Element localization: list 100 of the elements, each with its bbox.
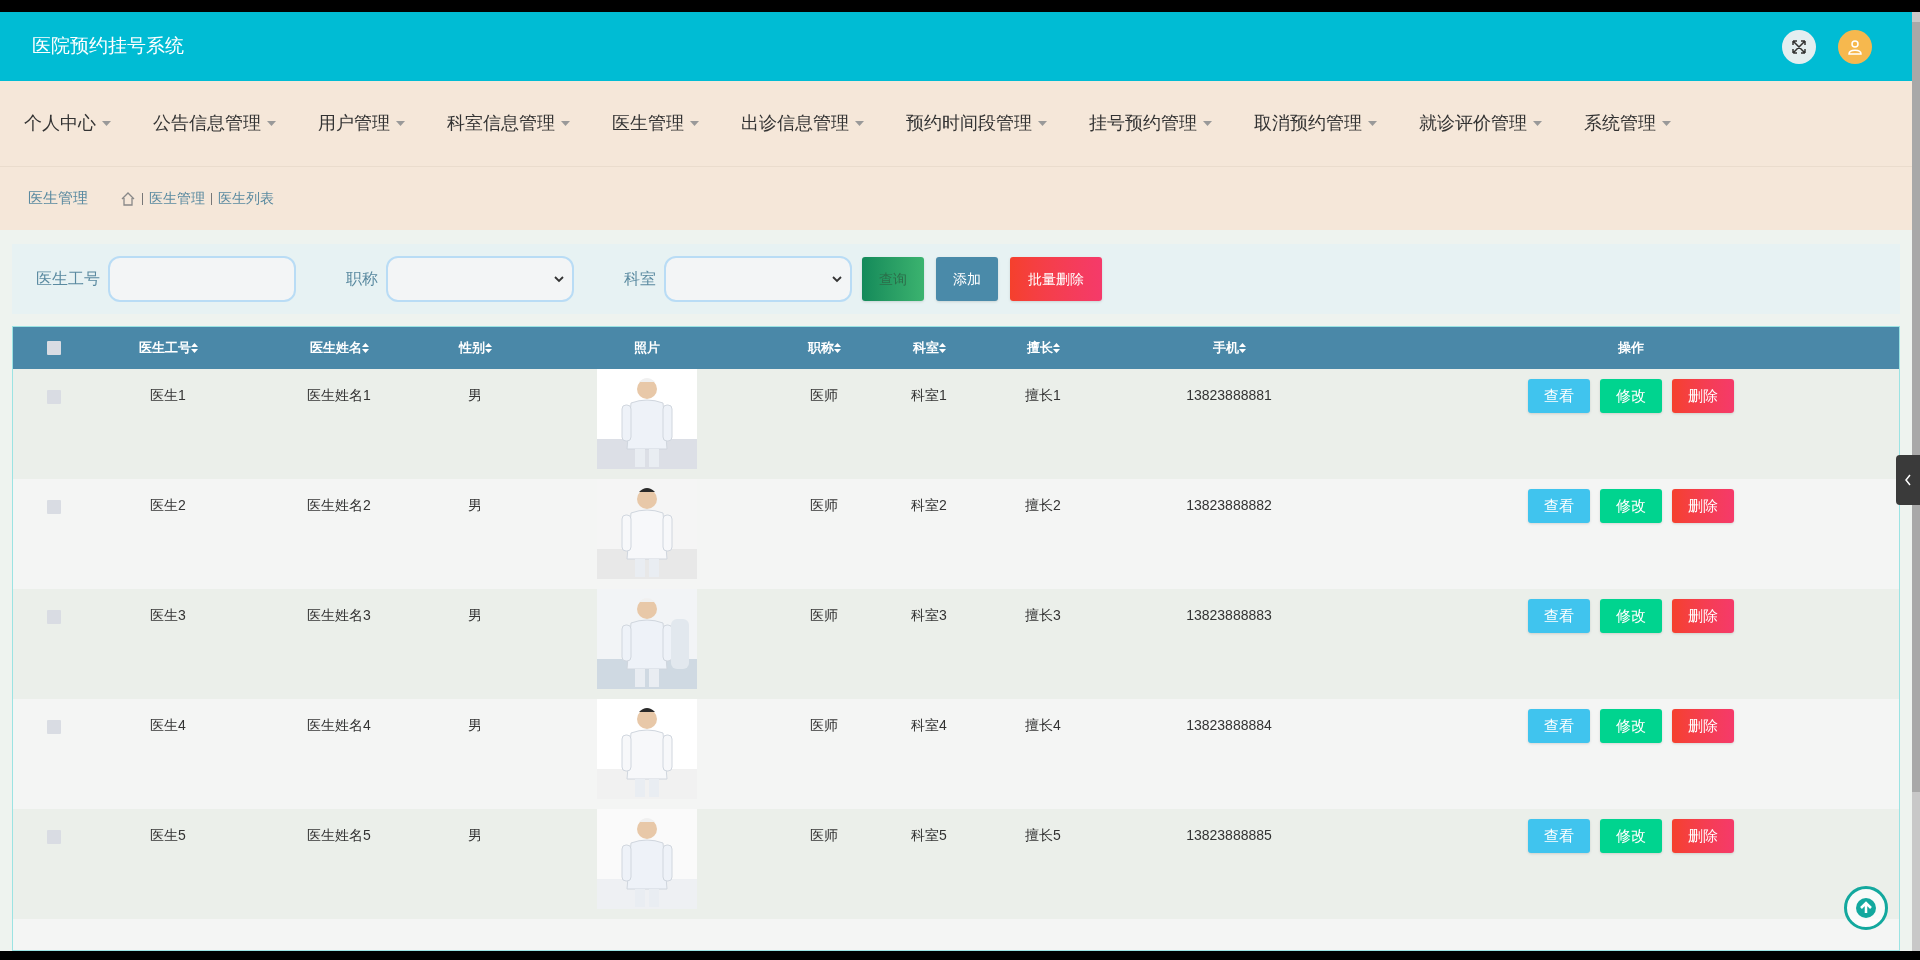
table-cell-text: 男	[468, 716, 482, 735]
nav-menu-item[interactable]: 科室信息管理	[445, 110, 572, 137]
table-cell-text: 医师	[810, 606, 838, 625]
table-cell-text: 医师	[810, 386, 838, 405]
column-header[interactable]: 医生工号	[138, 338, 191, 358]
sort-icon[interactable]	[1052, 343, 1060, 353]
fullscreen-button[interactable]	[1782, 29, 1816, 64]
delete-button[interactable]: 删除	[1672, 819, 1734, 853]
table-cell-text: 医生4	[150, 716, 186, 735]
table-cell-text: 13823888881	[1186, 386, 1272, 405]
select-field[interactable]	[664, 256, 852, 302]
delete-button[interactable]: 删除	[1672, 709, 1734, 743]
nav-menu-item[interactable]: 公告信息管理	[151, 110, 278, 137]
field-label: 科室	[624, 269, 656, 289]
sort-icon[interactable]	[190, 343, 198, 353]
add-button[interactable]: 添加	[936, 257, 998, 301]
row-checkbox[interactable]	[47, 500, 61, 514]
breadcrumb-link[interactable]: 医生列表	[218, 188, 274, 209]
nav-menu-item[interactable]: 出诊信息管理	[739, 110, 866, 137]
table-cell-text: 医生姓名3	[307, 606, 371, 625]
nav-menu-item[interactable]: 就诊评价管理	[1417, 110, 1544, 137]
table-cell-text: 男	[468, 496, 482, 515]
row-checkbox[interactable]	[47, 720, 61, 734]
nav-menu-item[interactable]: 取消预约管理	[1252, 110, 1379, 137]
chevron-down-icon	[554, 275, 564, 283]
column-header[interactable]: 擅长	[1026, 338, 1053, 358]
nav-menu-item[interactable]: 挂号预约管理	[1087, 110, 1214, 137]
chevron-left-icon	[1904, 474, 1912, 486]
table-cell-text: 医生姓名5	[307, 826, 371, 845]
breadcrumb-link[interactable]: 医生管理	[149, 188, 205, 209]
table-cell-text: 13823888883	[1186, 606, 1272, 625]
table-cell-text: 13823888882	[1186, 496, 1272, 515]
table-cell-text: 医生2	[150, 496, 186, 515]
table-cell-text: 医师	[810, 716, 838, 735]
sort-icon[interactable]	[484, 343, 492, 353]
table-row[interactable]: 医生3 医生姓名3 男 医师 科室3 擅长3 13823888883 查看 修改 删除	[13, 589, 1899, 699]
nav-menu-item[interactable]: 预约时间段管理	[904, 110, 1049, 137]
caret-down-icon	[267, 121, 276, 126]
batch-delete-button[interactable]: 批量删除	[1010, 257, 1102, 301]
caret-down-icon	[1038, 121, 1047, 126]
table-cell-text: 13823888884	[1186, 716, 1272, 735]
sort-icon[interactable]	[361, 343, 369, 353]
sort-icon[interactable]	[938, 343, 946, 353]
user-icon	[1847, 38, 1863, 55]
column-header[interactable]: 性别	[458, 338, 485, 358]
table-row[interactable]: 医生1 医生姓名1 男 医师 科室1 擅长1 13823888881 查看 修改 删除	[13, 369, 1899, 479]
table-cell-text: 医生姓名2	[307, 496, 371, 515]
sort-icon[interactable]	[833, 343, 841, 353]
home-icon[interactable]	[120, 190, 136, 207]
caret-down-icon	[690, 121, 699, 126]
table-cell-text: 医师	[810, 496, 838, 515]
expand-icon	[1791, 38, 1807, 55]
view-button[interactable]: 查看	[1528, 709, 1590, 743]
column-header[interactable]: 科室	[912, 338, 939, 358]
column-header[interactable]: 手机	[1212, 338, 1239, 358]
delete-button[interactable]: 删除	[1672, 599, 1734, 633]
nav-menu-item[interactable]: 个人中心	[22, 110, 113, 137]
table-cell-text: 男	[468, 606, 482, 625]
view-button[interactable]: 查看	[1528, 489, 1590, 523]
table-cell-text: 科室1	[911, 386, 947, 405]
table-cell-text: 科室2	[911, 496, 947, 515]
caret-down-icon	[396, 121, 405, 126]
view-button[interactable]: 查看	[1528, 599, 1590, 633]
caret-down-icon	[561, 121, 570, 126]
nav-menu-item[interactable]: 用户管理	[316, 110, 407, 137]
field-label: 医生工号	[36, 269, 100, 289]
column-header[interactable]: 职称	[807, 338, 834, 358]
side-panel-toggle[interactable]	[1896, 455, 1920, 505]
caret-down-icon	[1662, 121, 1671, 126]
table-cell-text: 男	[468, 826, 482, 845]
field-label: 职称	[346, 269, 378, 289]
view-button[interactable]: 查看	[1528, 379, 1590, 413]
table-cell-text: 医生1	[150, 386, 186, 405]
column-header: 操作	[1618, 339, 1644, 358]
select-field[interactable]	[386, 256, 574, 302]
view-button[interactable]: 查看	[1528, 819, 1590, 853]
table-row[interactable]: 医生5 医生姓名5 男 医师 科室5 擅长5 13823888885 查看 修改 删除	[13, 809, 1899, 919]
table-cell-text: 医生5	[150, 826, 186, 845]
table-cell-text: 擅长3	[1025, 606, 1061, 625]
text-input-field[interactable]	[108, 256, 296, 302]
page-title: 医生管理	[28, 188, 88, 209]
delete-button[interactable]: 删除	[1672, 379, 1734, 413]
nav-menu-item[interactable]: 系统管理	[1582, 110, 1673, 137]
app-title: 医院预约挂号系统	[32, 34, 185, 59]
arrow-up-icon	[1855, 897, 1877, 919]
caret-down-icon	[102, 121, 111, 126]
table-cell-text: 科室4	[911, 716, 947, 735]
table-cell-text: 擅长5	[1025, 826, 1061, 845]
nav-menu-item[interactable]: 医生管理	[610, 110, 701, 137]
column-header: 照片	[634, 339, 660, 358]
caret-down-icon	[1533, 121, 1542, 126]
scrollbar-thumb[interactable]	[1912, 22, 1920, 792]
sort-icon[interactable]	[1238, 343, 1246, 353]
caret-down-icon	[855, 121, 864, 126]
table-cell-text: 13823888885	[1186, 826, 1272, 845]
user-avatar-button[interactable]	[1838, 29, 1872, 64]
column-header[interactable]: 医生姓名	[309, 338, 362, 358]
caret-down-icon	[1368, 121, 1377, 126]
select-all-checkbox[interactable]	[47, 341, 61, 355]
delete-button[interactable]: 删除	[1672, 489, 1734, 523]
